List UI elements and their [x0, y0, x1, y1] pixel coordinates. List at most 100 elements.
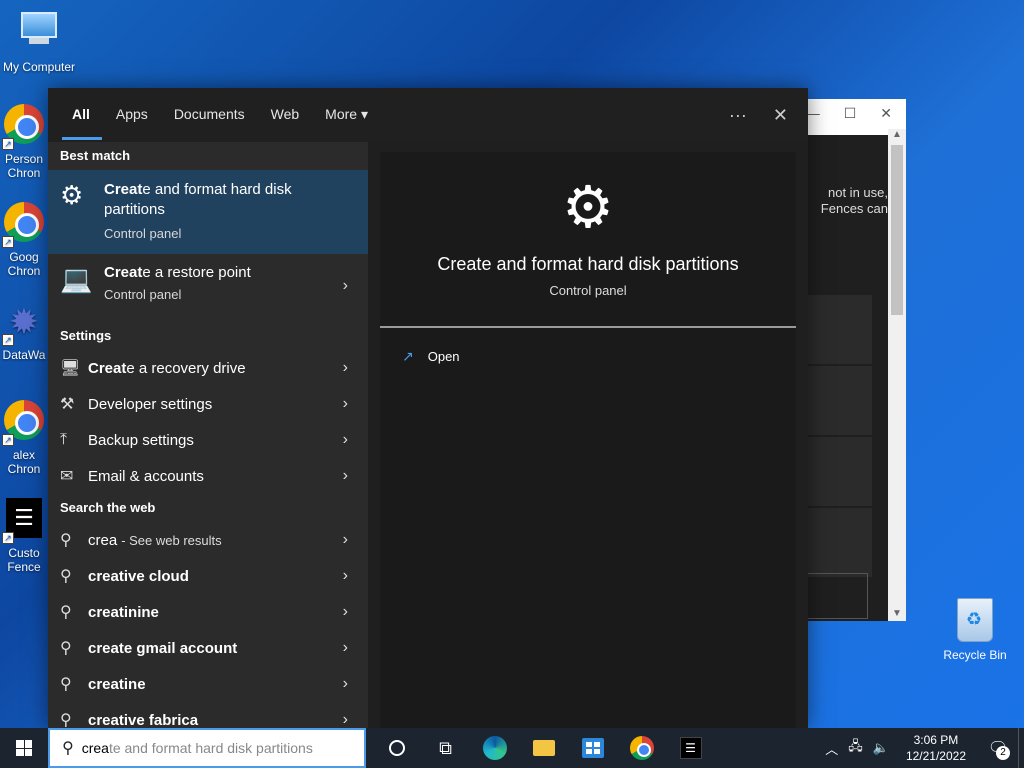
- file-explorer-button[interactable]: [519, 728, 568, 768]
- volume-icon[interactable]: 🔈: [868, 740, 894, 756]
- task-view-button[interactable]: ⧉: [421, 728, 470, 768]
- chevron-up-icon[interactable]: ︿: [820, 739, 843, 758]
- network-icon[interactable]: 🖧: [843, 737, 868, 759]
- open-icon: ↗: [402, 347, 414, 364]
- show-desktop-button[interactable]: [1018, 728, 1024, 768]
- result-title-match: Creat: [104, 181, 143, 198]
- store-icon: [581, 738, 604, 758]
- web-suggestion[interactable]: ⚲ creatine ›: [48, 666, 368, 702]
- tab-more[interactable]: More ▾: [312, 88, 381, 142]
- desktop-icon-google-chrome[interactable]: ↗ Goog Chron: [0, 202, 48, 278]
- disk-management-icon: ⚙: [562, 175, 614, 240]
- scroll-up-icon[interactable]: ▲: [888, 129, 906, 140]
- web-suggestion[interactable]: ⚲ create gmail account ›: [48, 630, 368, 666]
- settings-item-developer[interactable]: ⚒ Developer settings ›: [48, 386, 368, 422]
- preview-subtitle: Control panel: [549, 283, 627, 298]
- cortana-icon: [388, 740, 405, 756]
- search-panel: All Apps Documents Web More ▾ ··· ✕ Best…: [48, 88, 808, 728]
- web-suggestion[interactable]: ⚲ creatinine ›: [48, 594, 368, 630]
- web-suggestion[interactable]: ⚲ crea - See web results ›: [48, 522, 368, 558]
- system-properties-icon: 💻: [60, 264, 93, 294]
- search-icon: ⚲: [60, 676, 72, 693]
- chevron-right-icon[interactable]: ›: [343, 711, 348, 728]
- notification-count: 2: [996, 746, 1010, 760]
- restore-point-result[interactable]: 💻 Create a restore point Control panel ›: [48, 254, 368, 318]
- options-icon[interactable]: ···: [729, 105, 747, 126]
- chevron-right-icon[interactable]: ›: [343, 359, 348, 377]
- desktop-icon-alex-chrome[interactable]: ↗ alex Chron: [0, 400, 48, 476]
- window-row[interactable]: [806, 366, 872, 436]
- best-match-result[interactable]: ⚙ Create and format hard disk partitions…: [48, 170, 368, 254]
- chevron-right-icon[interactable]: ›: [343, 675, 348, 693]
- maximize-button[interactable]: ☐: [844, 105, 857, 122]
- desktop-icon-recycle-bin[interactable]: Recycle Bin: [940, 598, 1010, 662]
- desktop-icon-personal-chrome[interactable]: ↗ Person Chron: [0, 104, 48, 180]
- chrome-icon: [629, 736, 654, 760]
- edge-icon: [482, 736, 507, 760]
- clock[interactable]: 3:06 PM 12/21/2022: [894, 732, 978, 764]
- desktop-icon-label: Goog Chron: [7, 250, 41, 278]
- chevron-right-icon[interactable]: ›: [343, 639, 348, 657]
- result-title-match: Creat: [104, 264, 143, 281]
- web-suggestion[interactable]: ⚲ creative fabrica ›: [48, 702, 368, 728]
- search-tabs: All Apps Documents Web More ▾ ··· ✕: [48, 88, 808, 142]
- clock-time: 3:06 PM: [913, 733, 959, 747]
- tab-web[interactable]: Web: [258, 88, 313, 142]
- desktop-icon-my-computer[interactable]: My Computer: [1, 8, 77, 74]
- window-row[interactable]: [806, 508, 872, 578]
- chevron-right-icon[interactable]: ›: [343, 277, 348, 295]
- scrollbar-thumb[interactable]: [891, 145, 903, 315]
- preview-header: ⚙ Create and format hard disk partitions…: [380, 152, 796, 328]
- result-subtitle: Control panel: [104, 287, 182, 302]
- window-row[interactable]: [806, 295, 872, 365]
- close-icon[interactable]: ✕: [773, 105, 788, 126]
- scroll-down-icon[interactable]: ▼: [888, 608, 906, 619]
- chevron-right-icon[interactable]: ›: [343, 467, 348, 485]
- edge-button[interactable]: [470, 728, 519, 768]
- chrome-button[interactable]: [617, 728, 666, 768]
- desktop-icon-label: alex Chron: [7, 448, 41, 476]
- open-action[interactable]: ↗ Open: [380, 328, 796, 384]
- settings-item-recovery-drive[interactable]: 🖥 Creat e a recovery drive ›: [48, 350, 368, 386]
- result-title: e a restore point: [142, 264, 251, 281]
- scrollbar[interactable]: ▲ ▼: [888, 129, 906, 621]
- search-web-header: Search the web: [60, 500, 156, 515]
- action-center-button[interactable]: 🗨 2: [978, 728, 1018, 768]
- search-icon: ⚲: [60, 532, 72, 549]
- windows-logo-icon: [16, 740, 32, 756]
- settings-item-email-accounts[interactable]: ✉ Email & accounts ›: [48, 458, 368, 494]
- window-text-line: Fences can: [820, 201, 888, 216]
- window-row[interactable]: [806, 573, 868, 619]
- desktop-icon-datawa[interactable]: ✹ ↗ DataWa: [0, 300, 48, 362]
- chevron-right-icon[interactable]: ›: [343, 603, 348, 621]
- start-button[interactable]: [0, 728, 48, 768]
- developer-tools-icon: ⚒: [60, 396, 75, 413]
- desktop-icon-custom-fences[interactable]: ☰ ↗ Custo Fence: [0, 498, 48, 574]
- tab-documents[interactable]: Documents: [161, 88, 258, 142]
- window-content: not in use, Fences can: [806, 135, 888, 621]
- taskbar-search-input[interactable]: ⚲ crea te and format hard disk partitions: [48, 728, 366, 768]
- window-titlebar: — ☐ ✕: [806, 99, 906, 127]
- close-button[interactable]: ✕: [880, 105, 892, 122]
- chevron-right-icon[interactable]: ›: [343, 431, 348, 449]
- settings-item-backup[interactable]: ⤒ Backup settings ›: [48, 422, 368, 458]
- open-label: Open: [427, 348, 460, 364]
- background-window[interactable]: — ☐ ✕ not in use, Fences can ▲ ▼: [806, 99, 906, 621]
- store-button[interactable]: [568, 728, 617, 768]
- cortana-button[interactable]: [372, 728, 421, 768]
- search-icon: ⚲: [62, 740, 74, 757]
- search-icon: ⚲: [60, 712, 72, 728]
- task-view-icon: ⧉: [439, 737, 452, 758]
- tab-all[interactable]: All: [48, 88, 103, 142]
- desktop-icon-label: Custo Fence: [7, 546, 41, 574]
- window-text-line: not in use,: [828, 185, 888, 200]
- disk-management-icon: ⚙: [60, 180, 84, 210]
- chevron-right-icon[interactable]: ›: [343, 567, 348, 585]
- fences-button[interactable]: ☰: [666, 728, 715, 768]
- chevron-right-icon[interactable]: ›: [343, 395, 348, 413]
- tab-apps[interactable]: Apps: [103, 88, 161, 142]
- chevron-right-icon[interactable]: ›: [343, 531, 348, 549]
- window-row[interactable]: [806, 437, 872, 507]
- shortcut-arrow-icon: ↗: [2, 434, 14, 446]
- web-suggestion[interactable]: ⚲ creative cloud ›: [48, 558, 368, 594]
